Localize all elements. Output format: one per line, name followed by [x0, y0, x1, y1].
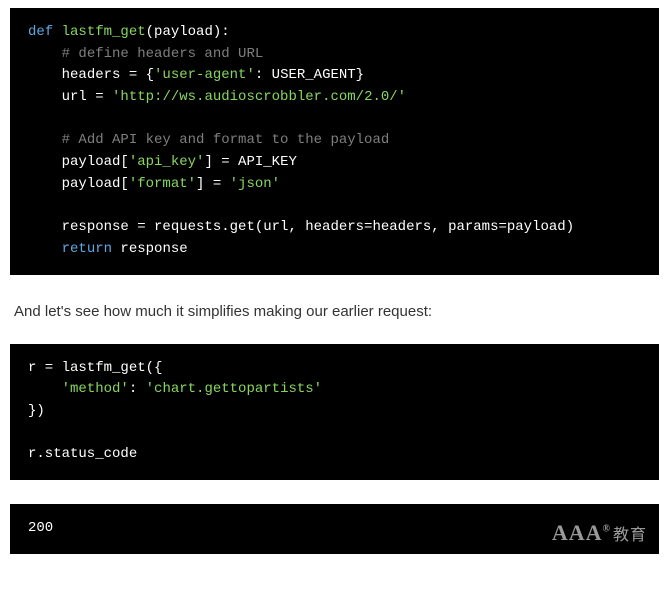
string: 'http://ws.audioscrobbler.com/2.0/': [112, 89, 406, 105]
code-text: response = requests.get(url, headers=hea…: [62, 219, 574, 235]
code-text: :: [129, 381, 146, 397]
comment: # define headers and URL: [62, 46, 264, 62]
code-text: payload[: [62, 176, 129, 192]
output-block: 200 AAA®教育: [10, 504, 659, 554]
string: 'user-agent': [154, 67, 255, 83]
code-block-1: def lastfm_get(payload): # define header…: [10, 8, 659, 275]
string: 'json': [230, 176, 280, 192]
code-text: payload[: [62, 154, 129, 170]
code-text: response: [112, 241, 188, 257]
string: 'method': [62, 381, 129, 397]
string: 'chart.gettopartists': [146, 381, 322, 397]
code-block-2: r = lastfm_get({ 'method': 'chart.gettop…: [10, 344, 659, 480]
code-text: (payload):: [146, 24, 230, 40]
code-text: }): [28, 403, 45, 419]
string: 'api_key': [129, 154, 205, 170]
code-text: headers = {: [62, 67, 154, 83]
watermark-reg: ®: [603, 523, 611, 534]
code-text: ] = API_KEY: [204, 154, 296, 170]
watermark: AAA®教育: [552, 516, 647, 550]
watermark-cjk: 教育: [613, 527, 647, 544]
string: 'format': [129, 176, 196, 192]
prose-text: And let's see how much it simplifies mak…: [14, 303, 655, 320]
code-text: : USER_AGENT}: [255, 67, 364, 83]
keyword-return: return: [62, 241, 112, 257]
fn-name: lastfm_get: [62, 24, 146, 40]
keyword-def: def: [28, 24, 53, 40]
watermark-brand: AAA: [552, 520, 603, 545]
code-text: r = lastfm_get({: [28, 360, 162, 376]
output-value: 200: [28, 520, 53, 536]
code-text: r.status_code: [28, 446, 137, 462]
code-text: ] =: [196, 176, 230, 192]
code-text: url =: [62, 89, 112, 105]
comment: # Add API key and format to the payload: [62, 132, 390, 148]
